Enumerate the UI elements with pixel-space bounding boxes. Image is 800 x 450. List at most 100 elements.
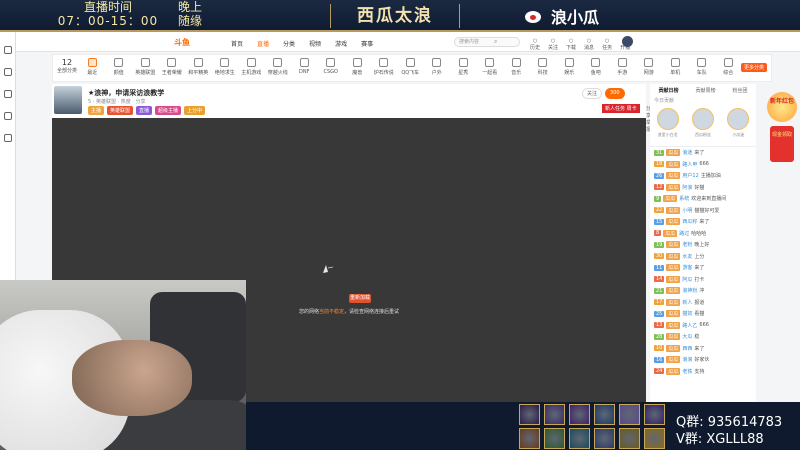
room-tag[interactable]: 主播 bbox=[88, 106, 105, 115]
settings-icon[interactable] bbox=[3, 134, 12, 142]
category-label: 手游 bbox=[617, 70, 628, 76]
category-item[interactable]: 网游 bbox=[636, 58, 663, 76]
category-item[interactable]: 炉石传说 bbox=[371, 58, 398, 76]
chat-nickname[interactable]: 西瓜籽 bbox=[682, 218, 697, 225]
chat-text: 看猫 bbox=[694, 311, 705, 318]
rank-tab[interactable]: 贡献周榜 bbox=[695, 87, 715, 94]
chat-nickname[interactable]: 阿瓜 bbox=[682, 276, 692, 283]
category-item[interactable]: 颜值 bbox=[106, 58, 133, 76]
chat-nickname[interactable]: 游客 bbox=[682, 264, 692, 271]
top-contributor[interactable]: 浪里小白龙 bbox=[656, 108, 679, 138]
room-tag[interactable]: 直播 bbox=[136, 106, 153, 115]
category-item[interactable]: 主机游戏 bbox=[238, 58, 265, 76]
category-label: 颜值 bbox=[113, 70, 124, 76]
category-label: 单机 bbox=[670, 70, 681, 76]
chat-nickname[interactable]: 浪神粉 bbox=[682, 287, 697, 294]
chat-nickname[interactable]: 浪迷 bbox=[682, 149, 692, 156]
chat-nickname[interactable]: 浪浪 bbox=[682, 356, 692, 363]
search-icon[interactable]: ⌕ bbox=[494, 38, 506, 46]
nav-tool[interactable]: ○ 关注 bbox=[548, 38, 558, 51]
category-icon bbox=[220, 58, 230, 67]
category-item[interactable]: 综合 bbox=[715, 58, 742, 76]
history-icon[interactable] bbox=[3, 90, 12, 98]
nav-link[interactable]: 视频 bbox=[309, 39, 321, 48]
chat-nickname[interactable]: 路人甲 bbox=[682, 161, 697, 168]
top-contributor[interactable]: 西瓜粉丝 bbox=[691, 108, 714, 138]
all-categories[interactable]: 12 全部分类 bbox=[57, 58, 77, 74]
nav-tool[interactable]: ○ 任务 bbox=[602, 38, 612, 51]
category-item[interactable]: 鱼吧 bbox=[583, 58, 610, 76]
room-header: ★浪神，申请采访浪教学 5 · 英雄联盟 · 热度 · 分享 主播 英雄联盟 直播超… bbox=[52, 84, 651, 133]
category-item[interactable]: 单机 bbox=[662, 58, 689, 76]
category-item[interactable]: 户外 bbox=[424, 58, 451, 76]
user-avatar[interactable] bbox=[622, 36, 633, 47]
nav-tool[interactable]: ○ 消息 bbox=[584, 38, 594, 51]
category-item[interactable]: 绝地求生 bbox=[212, 58, 239, 76]
category-item[interactable]: DNF bbox=[291, 58, 318, 76]
category-item[interactable]: 音乐 bbox=[503, 58, 530, 76]
category-item[interactable]: 魔兽 bbox=[344, 58, 371, 76]
chat-nickname[interactable]: 猫奴 bbox=[682, 310, 692, 317]
more-categories-button[interactable]: 更多分类 bbox=[740, 63, 767, 72]
nav-tool[interactable]: ○ 下载 bbox=[566, 38, 576, 51]
category-item[interactable]: CSGO bbox=[318, 58, 345, 76]
nav-link[interactable]: 首页 bbox=[231, 39, 243, 48]
category-item[interactable]: 娱乐 bbox=[556, 58, 583, 76]
nav-link[interactable]: 赛事 bbox=[361, 39, 373, 48]
chat-message: 26 瓜瓜 用户12 主播加油 bbox=[650, 170, 756, 182]
chat-nickname[interactable]: 大瓜 bbox=[682, 333, 692, 340]
document-icon[interactable] bbox=[3, 68, 12, 76]
follow-count: 300 bbox=[605, 88, 625, 99]
follow-button[interactable]: 关注 bbox=[582, 88, 603, 99]
reload-button[interactable]: 重新加载 bbox=[349, 294, 371, 303]
category-item[interactable]: 和平精英 bbox=[185, 58, 212, 76]
top-contributor[interactable]: 小瓜迷 bbox=[727, 108, 750, 138]
nav-link[interactable]: 直播 bbox=[257, 39, 269, 48]
chat-nickname[interactable]: 水友 bbox=[682, 253, 692, 260]
chat-nickname[interactable]: 路过 bbox=[679, 230, 689, 237]
search-input[interactable]: 搜索内容 bbox=[454, 37, 520, 47]
category-item[interactable]: 英雄联盟 bbox=[132, 58, 159, 76]
room-tag[interactable]: 超级主播 bbox=[155, 106, 182, 115]
category-item[interactable]: 手游 bbox=[609, 58, 636, 76]
nav-link[interactable]: 分类 bbox=[283, 39, 295, 48]
category-item[interactable]: 最近 bbox=[79, 58, 106, 76]
home-icon[interactable] bbox=[3, 46, 12, 54]
nav-link[interactable]: 游戏 bbox=[335, 39, 347, 48]
chat-nickname[interactable]: 用户12 bbox=[682, 172, 698, 179]
user-level: 25 bbox=[654, 310, 665, 317]
category-item[interactable]: 星秀 bbox=[450, 58, 477, 76]
rank-tab[interactable]: 贡献日榜 bbox=[658, 87, 678, 94]
player-message-link[interactable]: 当前不稳定 bbox=[319, 309, 344, 315]
category-label: 最近 bbox=[87, 70, 98, 76]
category-item[interactable]: 穿越火线 bbox=[265, 58, 292, 76]
game-skill-icons bbox=[517, 402, 671, 450]
chat-nickname[interactable]: 西西 bbox=[682, 345, 692, 352]
chat-nickname[interactable]: 阿浪 bbox=[682, 184, 692, 191]
streamer-avatar[interactable] bbox=[54, 86, 82, 114]
category-icon bbox=[326, 58, 336, 67]
chat-nickname[interactable]: 老粉 bbox=[682, 241, 692, 248]
category-item[interactable]: 一起看 bbox=[477, 58, 504, 76]
category-item[interactable]: 车队 bbox=[689, 58, 716, 76]
category-label: 魔兽 bbox=[352, 70, 363, 76]
nav-tool[interactable]: ○ 历史 bbox=[530, 38, 540, 51]
activity-badge[interactable]: 新人任务 周卡 bbox=[602, 104, 640, 113]
category-item[interactable]: QQ飞车 bbox=[397, 58, 424, 76]
rank-tab[interactable]: 粉丝团 bbox=[732, 87, 747, 94]
chat-nickname[interactable]: 小明 bbox=[682, 207, 692, 214]
chat-nickname[interactable]: 老铁 bbox=[682, 368, 692, 375]
promo-banner[interactable]: 新年红包 现金领取 bbox=[764, 92, 800, 180]
red-packet[interactable]: 现金领取 bbox=[770, 126, 794, 162]
category-item[interactable]: 科技 bbox=[530, 58, 557, 76]
chat-nickname[interactable]: 新人 bbox=[682, 299, 692, 306]
collection-icon[interactable] bbox=[3, 112, 12, 120]
site-logo[interactable]: 斗鱼 bbox=[174, 37, 190, 48]
chat-text: 来了 bbox=[694, 150, 705, 157]
room-tag[interactable]: 英雄联盟 bbox=[107, 106, 134, 115]
chat-nickname[interactable]: 系统 bbox=[679, 195, 689, 202]
chat-nickname[interactable]: 路人乙 bbox=[682, 322, 697, 329]
room-tag[interactable]: 上分中 bbox=[184, 106, 206, 115]
promo-ribbon[interactable]: 新年红包 bbox=[767, 92, 797, 122]
category-item[interactable]: 王者荣耀 bbox=[159, 58, 186, 76]
